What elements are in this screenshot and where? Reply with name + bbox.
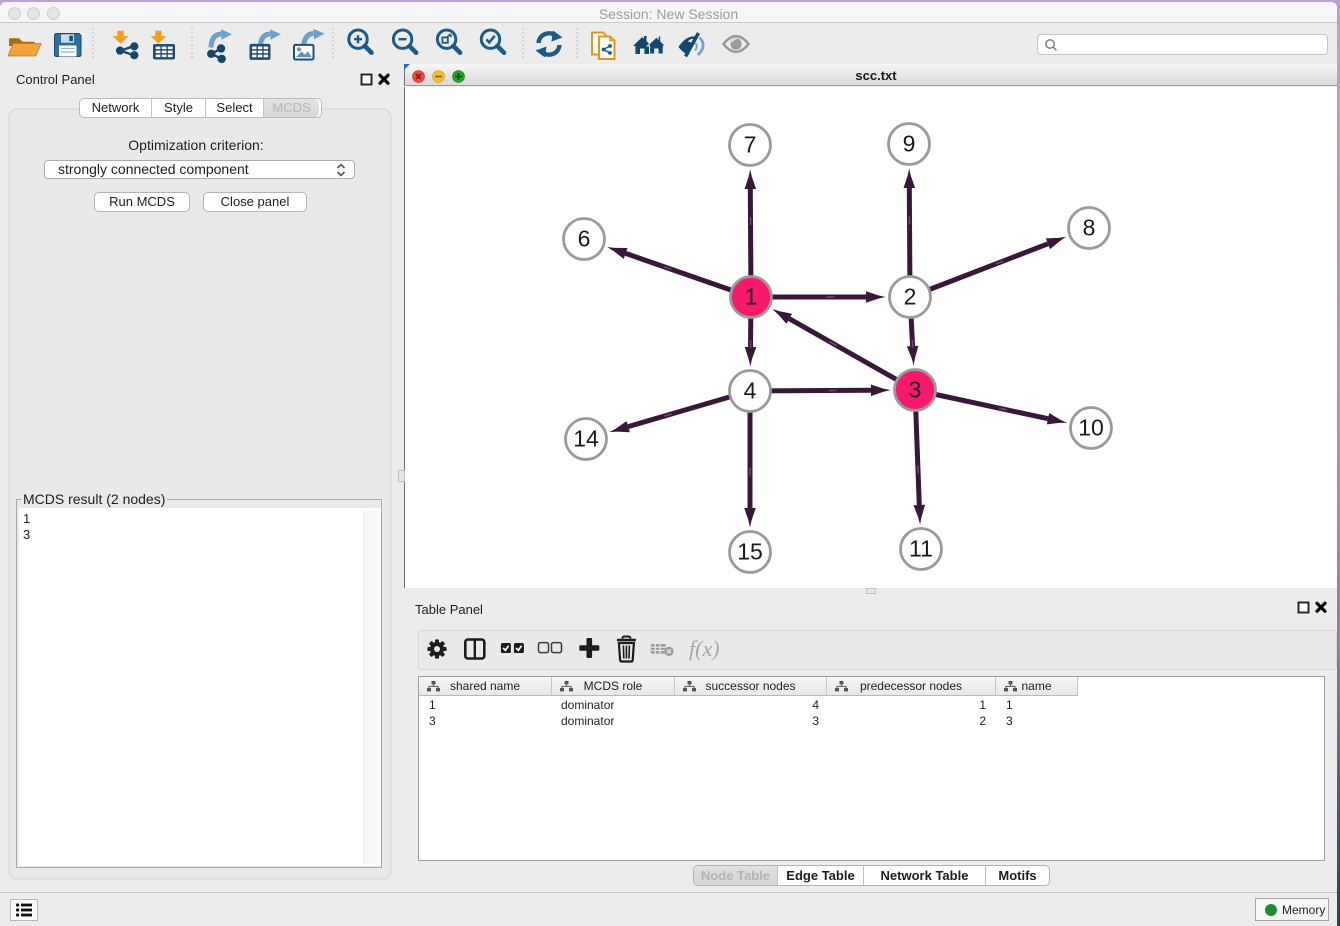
svg-text:4: 4 — [744, 378, 757, 404]
svg-text:9: 9 — [903, 131, 916, 157]
svg-text:8: 8 — [1083, 215, 1096, 241]
svg-text:6: 6 — [578, 226, 591, 252]
svg-text:10: 10 — [1078, 415, 1104, 441]
svg-text:f(x): f(x) — [689, 636, 720, 661]
svg-text:15: 15 — [737, 539, 763, 565]
svg-text:3: 3 — [909, 377, 922, 403]
svg-text:2: 2 — [904, 284, 917, 310]
svg-text:1: 1 — [745, 284, 758, 310]
svg-text:14: 14 — [573, 426, 599, 452]
svg-text:11: 11 — [909, 536, 933, 562]
svg-text:7: 7 — [744, 132, 757, 158]
